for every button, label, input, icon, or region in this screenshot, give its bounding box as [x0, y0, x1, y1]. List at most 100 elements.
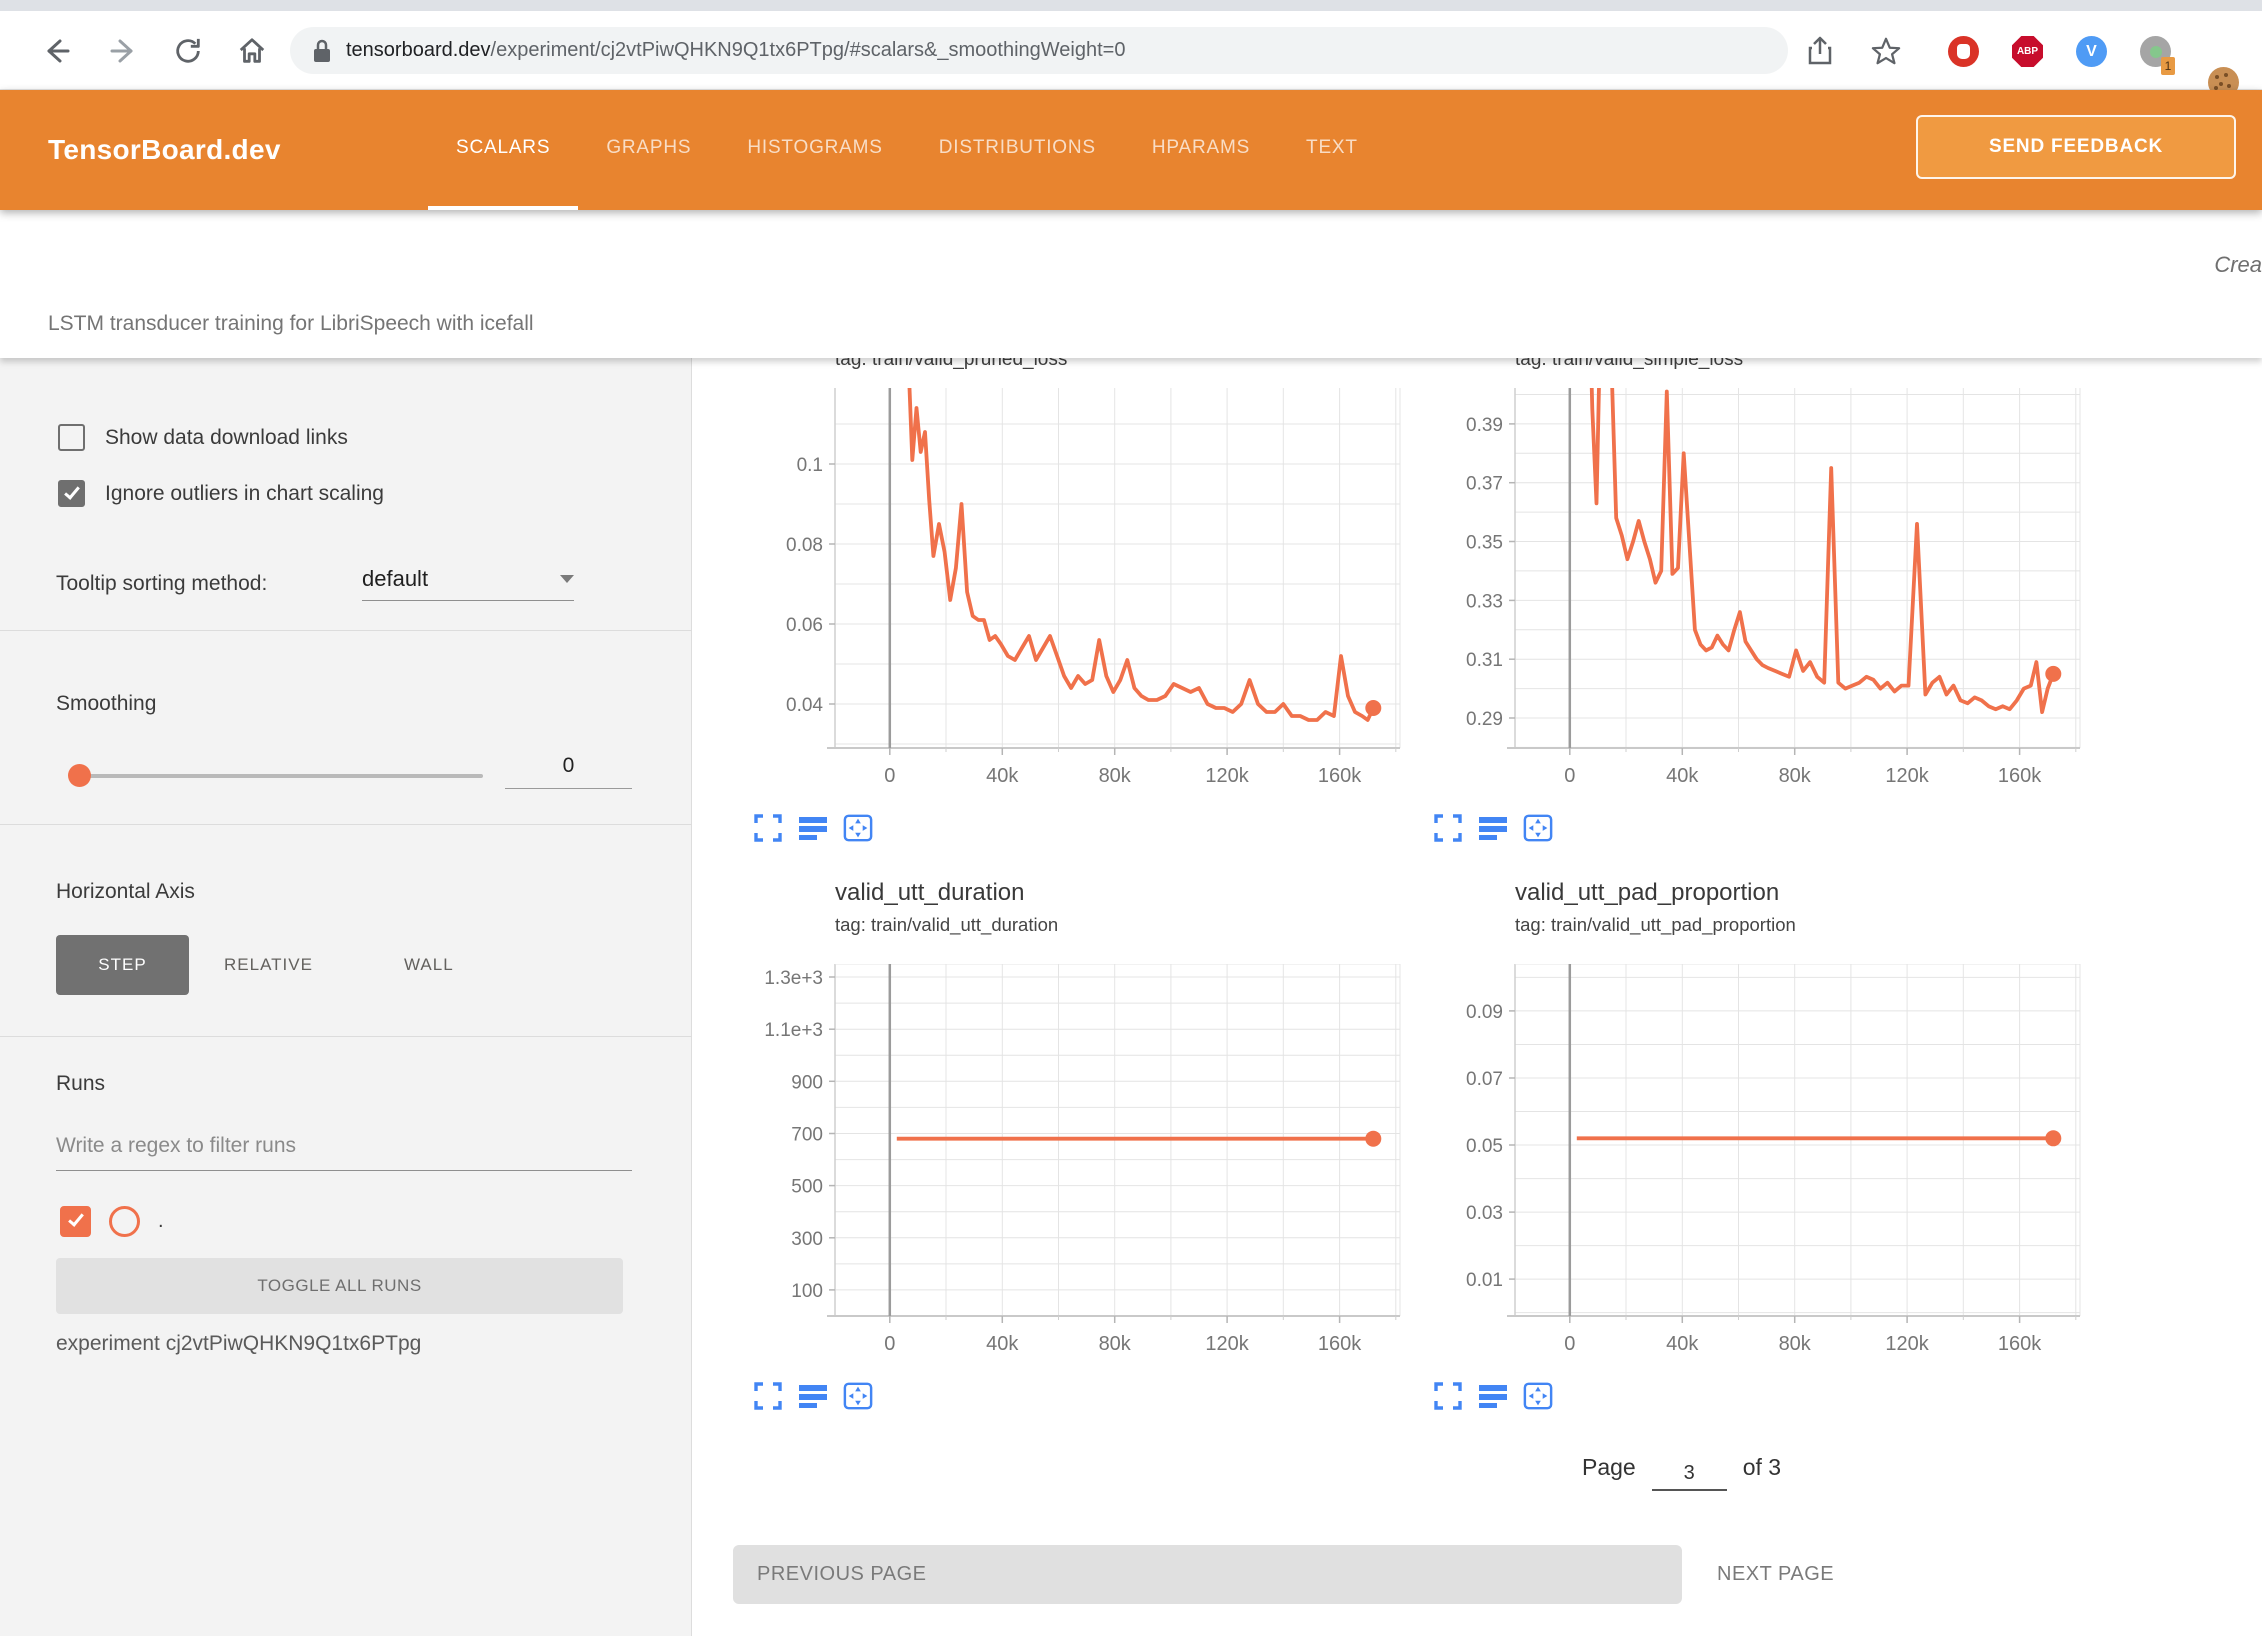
svg-text:0.08: 0.08 [786, 535, 823, 556]
chart-tag-clipped: tag: train/valid_simple_loss [1515, 358, 2092, 374]
tab-hparams[interactable]: HPARAMS [1124, 90, 1278, 210]
fit-domain-icon[interactable] [1523, 813, 1553, 843]
smoothing-value[interactable]: 0 [505, 754, 632, 789]
charts-main-area: tag: train/valid_pruned_loss 040k80k120k… [692, 358, 2262, 1636]
tab-distributions[interactable]: DISTRIBUTIONS [911, 90, 1124, 210]
lock-icon [312, 38, 332, 64]
chart-card-valid-simple-loss: tag: train/valid_simple_loss 040k80k120k… [1420, 358, 2092, 374]
axis-option-wall[interactable]: WALL [404, 935, 454, 995]
svg-text:40k: 40k [986, 1333, 1019, 1355]
svg-text:0.29: 0.29 [1466, 709, 1503, 730]
reload-icon[interactable] [170, 33, 206, 69]
scalar-line-chart[interactable]: 040k80k120k160k0.010.030.050.070.09 [1420, 964, 2087, 1364]
svg-text:0.37: 0.37 [1466, 474, 1503, 495]
check-icon [68, 1210, 84, 1227]
show-download-links-row[interactable]: Show data download links [58, 424, 348, 451]
experiment-description: LSTM transducer training for LibriSpeech… [48, 312, 534, 336]
next-page-button[interactable]: NEXT PAGE [1717, 1545, 1834, 1604]
tab-scalars[interactable]: SCALARS [428, 90, 578, 210]
divider [0, 630, 692, 631]
chart-card-valid-utt-duration: valid_utt_duration tag: train/valid_utt_… [740, 878, 1412, 938]
experiment-info-band: Crea LSTM transducer training for LibriS… [0, 210, 2262, 358]
extension-badge: 1 [2161, 57, 2175, 75]
smoothing-slider-knob[interactable] [68, 764, 91, 787]
extension-gray-icon[interactable]: 1 [2140, 36, 2171, 67]
chart-title: valid_utt_pad_proportion [1515, 878, 2092, 908]
chart-toolbar [753, 1381, 873, 1411]
divider [0, 1036, 692, 1037]
chart-toolbar [1433, 1381, 1553, 1411]
ignore-outliers-label: Ignore outliers in chart scaling [105, 482, 384, 506]
svg-text:0.09: 0.09 [1466, 1002, 1503, 1023]
app-header: TensorBoard.dev SCALARSGRAPHSHISTOGRAMSD… [0, 90, 2262, 210]
svg-text:120k: 120k [1885, 1333, 1929, 1355]
svg-text:80k: 80k [1099, 765, 1132, 787]
fit-domain-icon[interactable] [843, 1381, 873, 1411]
scalar-line-chart[interactable]: 040k80k120k160k0.290.310.330.350.370.39 [1420, 388, 2087, 796]
scalar-line-chart[interactable]: 040k80k120k160k1003005007009001.1e+31.3e… [740, 964, 1407, 1364]
runs-list-icon[interactable] [798, 813, 828, 843]
svg-text:0.03: 0.03 [1466, 1203, 1503, 1224]
share-icon[interactable] [1802, 33, 1838, 69]
svg-text:900: 900 [791, 1072, 823, 1093]
svg-text:40k: 40k [986, 765, 1019, 787]
runs-list-icon[interactable] [1478, 1381, 1508, 1411]
runs-regex-input[interactable] [56, 1134, 632, 1171]
send-feedback-button[interactable]: SEND FEEDBACK [1916, 115, 2236, 179]
chart-card-valid-utt-pad-proportion: valid_utt_pad_proportion tag: train/vali… [1420, 878, 2092, 938]
expand-chart-icon[interactable] [1433, 1381, 1463, 1411]
svg-text:0.1: 0.1 [797, 455, 823, 476]
forward-icon[interactable] [106, 33, 142, 69]
chart-title: valid_utt_duration [835, 878, 1412, 908]
tab-text[interactable]: TEXT [1278, 90, 1386, 210]
horizontal-axis-label: Horizontal Axis [56, 880, 195, 904]
expand-chart-icon[interactable] [753, 1381, 783, 1411]
scalar-line-chart[interactable]: 040k80k120k160k0.040.060.080.1 [740, 388, 1407, 796]
url-bar[interactable]: tensorboard.dev/experiment/cj2vtPiwQHKN9… [290, 27, 1788, 74]
page-number-input[interactable] [1652, 1462, 1727, 1491]
home-icon[interactable] [234, 33, 270, 69]
previous-page-button[interactable]: PREVIOUS PAGE [733, 1545, 1682, 1604]
tab-histograms[interactable]: HISTOGRAMS [719, 90, 910, 210]
axis-option-step[interactable]: STEP [56, 935, 189, 995]
toggle-all-runs-button[interactable]: TOGGLE ALL RUNS [56, 1258, 623, 1314]
content-area: Show data download links Ignore outliers… [0, 358, 2262, 1636]
ignore-outliers-row[interactable]: Ignore outliers in chart scaling [58, 480, 384, 507]
fit-domain-icon[interactable] [843, 813, 873, 843]
tab-graphs[interactable]: GRAPHS [578, 90, 719, 210]
settings-sidebar: Show data download links Ignore outliers… [0, 358, 692, 1636]
page-of-label: of 3 [1743, 1454, 1781, 1481]
runs-list-icon[interactable] [1478, 813, 1508, 843]
svg-text:0.33: 0.33 [1466, 591, 1503, 612]
svg-text:100: 100 [791, 1281, 823, 1302]
svg-text:160k: 160k [1998, 765, 2042, 787]
svg-text:0: 0 [884, 1333, 895, 1355]
run-row[interactable]: . [60, 1206, 164, 1237]
run-color-swatch [109, 1206, 140, 1237]
divider [0, 824, 692, 825]
chevron-down-icon [560, 575, 574, 583]
back-icon[interactable] [38, 33, 74, 69]
extension-v-icon[interactable]: V [2076, 36, 2107, 67]
runs-list-icon[interactable] [798, 1381, 828, 1411]
show-download-links-checkbox[interactable] [58, 424, 85, 451]
svg-text:0: 0 [1564, 1333, 1575, 1355]
expand-chart-icon[interactable] [753, 813, 783, 843]
smoothing-slider-track[interactable] [79, 774, 483, 778]
run-checkbox[interactable] [60, 1206, 91, 1237]
extension-abp-icon[interactable]: ABP [2012, 36, 2043, 67]
ignore-outliers-checkbox[interactable] [58, 480, 85, 507]
chart-toolbar [753, 813, 873, 843]
axis-option-relative[interactable]: RELATIVE [224, 935, 313, 995]
fit-domain-icon[interactable] [1523, 1381, 1553, 1411]
svg-text:0.04: 0.04 [786, 695, 823, 716]
bookmark-star-icon[interactable] [1868, 33, 1904, 69]
svg-text:80k: 80k [1779, 765, 1812, 787]
chart-card-valid-pruned-loss: tag: train/valid_pruned_loss 040k80k120k… [740, 358, 1412, 374]
extension-blocker-icon[interactable] [1948, 36, 1979, 67]
svg-text:0.05: 0.05 [1466, 1136, 1503, 1157]
svg-text:700: 700 [791, 1125, 823, 1146]
tooltip-sort-select[interactable]: default [362, 566, 574, 601]
expand-chart-icon[interactable] [1433, 813, 1463, 843]
svg-text:0.01: 0.01 [1466, 1270, 1503, 1291]
